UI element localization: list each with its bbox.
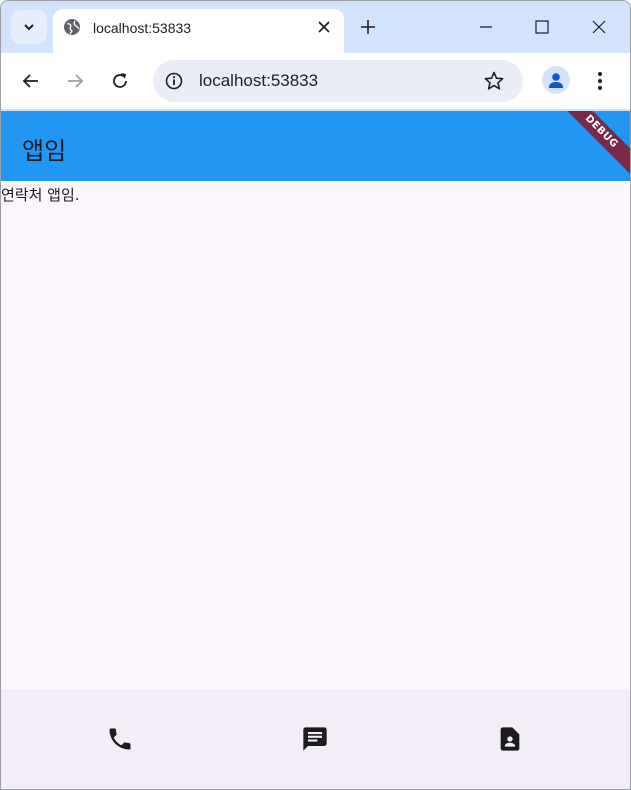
globe-icon xyxy=(64,19,80,35)
bookmark-button[interactable] xyxy=(483,70,505,92)
plus-icon xyxy=(361,20,375,34)
url-text: localhost:53833 xyxy=(199,71,319,90)
page-title: 앱임 xyxy=(22,137,67,165)
info-icon xyxy=(165,72,183,90)
tab-close-button[interactable] xyxy=(314,17,334,37)
bottom-navigation-bar xyxy=(1,689,630,789)
arrow-left-icon xyxy=(22,74,38,88)
app-viewport: 앱임 DEBUG 연락처 앱임. xyxy=(1,111,630,789)
nav-item-contacts[interactable] xyxy=(494,723,526,755)
phone-icon xyxy=(109,728,131,750)
reload-icon xyxy=(113,73,127,88)
app-bar: 앱임 xyxy=(1,111,630,181)
chevron-down-icon xyxy=(24,24,34,31)
nav-item-messages[interactable] xyxy=(299,723,331,755)
browser-toolbar: localhost:53833 xyxy=(1,53,630,110)
nav-item-phone[interactable] xyxy=(104,723,136,755)
minimize-icon xyxy=(480,26,492,28)
star-icon xyxy=(484,71,504,90)
contact-icon xyxy=(500,727,520,751)
close-icon xyxy=(592,20,606,34)
more-vert-icon xyxy=(598,72,602,90)
address-bar[interactable]: localhost:53833 xyxy=(153,60,523,102)
browser-menu-button[interactable] xyxy=(588,67,612,95)
maximize-button[interactable] xyxy=(530,15,554,39)
maximize-icon xyxy=(535,20,549,34)
message-icon xyxy=(303,727,327,751)
person-icon xyxy=(549,73,563,88)
browser-tab[interactable]: localhost:53833 xyxy=(53,9,344,53)
profile-button[interactable] xyxy=(542,66,570,94)
tab-strip: localhost:53833 xyxy=(1,1,630,53)
new-tab-button[interactable] xyxy=(356,15,380,39)
site-info-button[interactable] xyxy=(163,70,185,92)
back-button[interactable] xyxy=(17,67,45,95)
reload-button[interactable] xyxy=(106,67,134,95)
tab-title: localhost:53833 xyxy=(93,20,192,36)
close-icon xyxy=(318,21,330,33)
tab-search-button[interactable] xyxy=(11,10,47,44)
close-window-button[interactable] xyxy=(587,15,611,39)
minimize-button[interactable] xyxy=(474,15,498,39)
forward-button[interactable] xyxy=(61,67,89,95)
browser-window: localhost:53833 localhost:53833 앱임 DEBUG… xyxy=(0,0,631,790)
arrow-right-icon xyxy=(68,74,84,88)
body-text: 연락처 앱임. xyxy=(1,186,80,204)
